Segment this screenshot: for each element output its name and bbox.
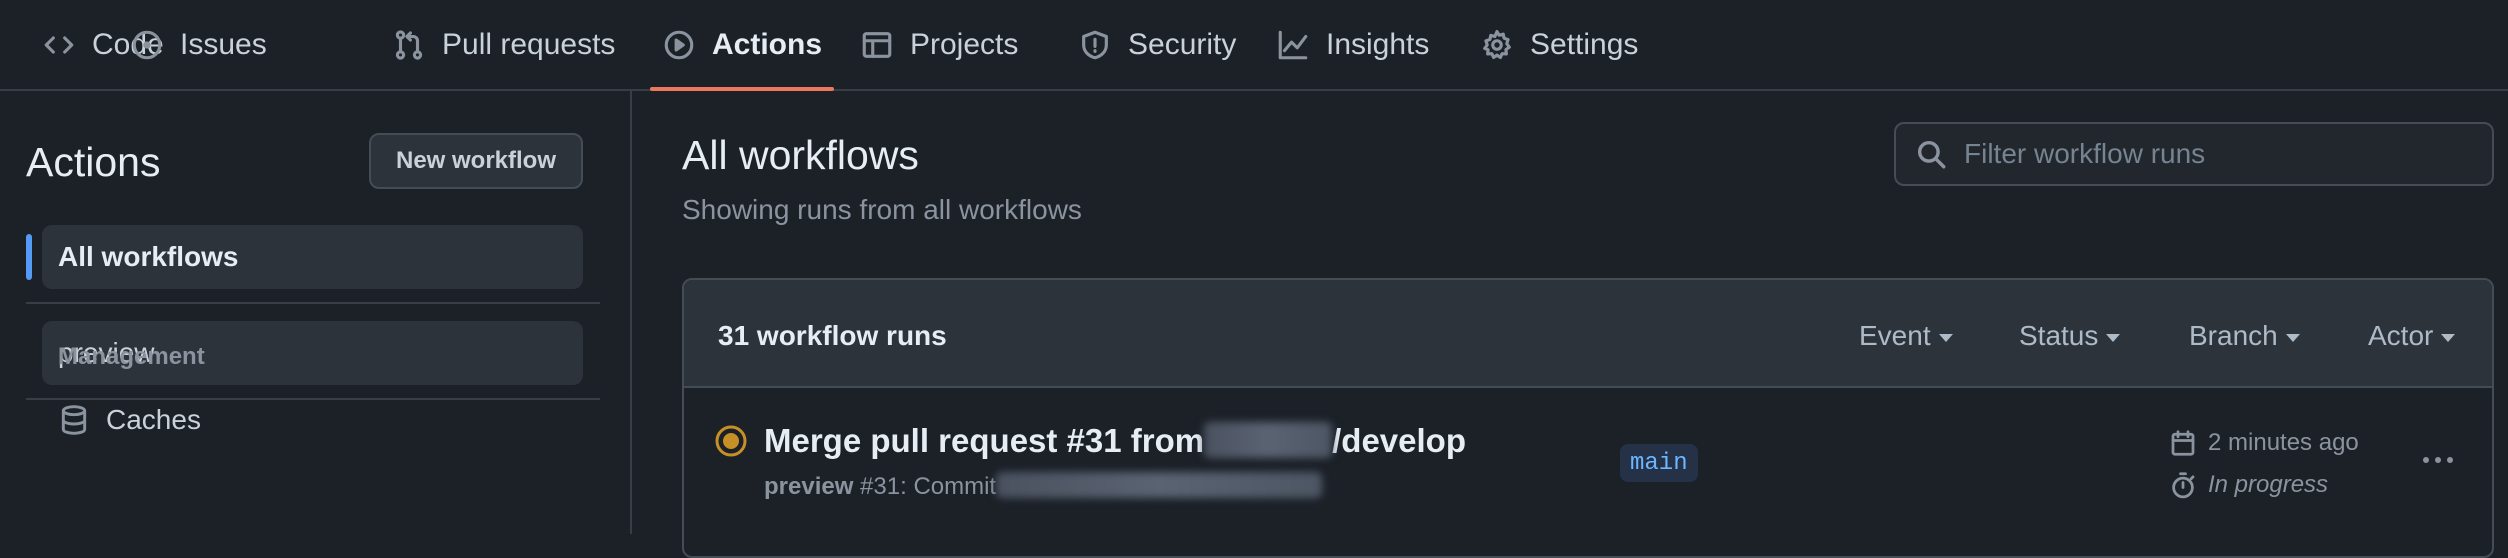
- caches-label: Caches: [106, 404, 201, 435]
- run-title-prefix: Merge pull request #31 from: [764, 422, 1205, 459]
- run-options-kebab[interactable]: [2418, 448, 2458, 472]
- tab-security[interactable]: Security: [1066, 0, 1248, 89]
- branch-badge[interactable]: main: [1620, 444, 1698, 482]
- run-meta: preview #31: Commit: [764, 472, 1323, 501]
- search-icon: [1917, 140, 1946, 169]
- redacted-commit-info: [996, 472, 1323, 498]
- tab-label: Insights: [1326, 27, 1430, 61]
- sidebar-divider: [26, 398, 600, 400]
- filter-label: Event: [1859, 320, 1931, 351]
- sidebar-title: Actions: [26, 139, 161, 185]
- tab-actions[interactable]: Actions: [650, 0, 835, 91]
- calendar-icon: [2171, 430, 2195, 456]
- runs-header: 31 workflow runs Event Status Branch Act…: [684, 280, 2492, 388]
- workflow-runs-list: 31 workflow runs Event Status Branch Act…: [682, 278, 2494, 558]
- run-workflow-name: preview: [764, 473, 854, 500]
- caret-down-icon: [2106, 334, 2121, 342]
- run-meta-text: #31: Commit: [853, 473, 997, 500]
- issue-opened-icon: [130, 28, 164, 62]
- runs-count: 31 workflow runs: [718, 320, 947, 351]
- branch-filter[interactable]: Branch: [2189, 320, 2300, 352]
- git-pull-request-icon: [392, 28, 426, 62]
- tab-label: Pull requests: [442, 27, 616, 61]
- in-progress-status-icon: [715, 425, 747, 457]
- tab-issues[interactable]: Issues: [118, 0, 279, 89]
- selected-indicator: [26, 234, 32, 280]
- run-duration-label: In progress: [2208, 471, 2329, 498]
- gear-icon: [1480, 28, 1514, 62]
- caret-down-icon: [2285, 334, 2300, 342]
- page-subtitle: Showing runs from all workflows: [682, 194, 1082, 225]
- caret-down-icon: [2441, 334, 2456, 342]
- search-input[interactable]: [1962, 137, 2466, 171]
- tab-label: Settings: [1530, 27, 1639, 61]
- run-time: 2 minutes ago: [2168, 428, 2359, 458]
- actions-sidebar: Actions New workflow All workflows previ…: [0, 91, 632, 534]
- event-filter[interactable]: Event: [1859, 320, 1953, 352]
- sidebar-item-all-workflows[interactable]: All workflows: [42, 225, 583, 289]
- management-heading: Management: [58, 343, 205, 370]
- tab-insights[interactable]: Insights: [1264, 0, 1441, 89]
- kebab-dot: [2423, 457, 2429, 463]
- filter-label: Status: [2019, 320, 2099, 351]
- tab-settings[interactable]: Settings: [1468, 0, 1650, 89]
- stopwatch-icon: [2172, 472, 2195, 499]
- tab-label: Issues: [180, 27, 267, 61]
- run-title-link[interactable]: Merge pull request #31 from/develop: [764, 422, 1466, 460]
- filter-label: Actor: [2368, 320, 2434, 351]
- graph-icon: [1276, 28, 1310, 62]
- tab-pull-requests[interactable]: Pull requests: [380, 0, 627, 89]
- tab-projects[interactable]: Projects: [848, 0, 1030, 89]
- table-icon: [860, 28, 894, 62]
- caret-down-icon: [1938, 334, 1953, 342]
- tab-label: Actions: [712, 27, 823, 61]
- page-title: All workflows: [682, 132, 919, 178]
- status-filter[interactable]: Status: [2019, 320, 2121, 352]
- filter-label: Branch: [2189, 320, 2278, 351]
- filter-runs-search[interactable]: [1894, 122, 2494, 186]
- redacted-username: [1204, 422, 1333, 458]
- play-icon: [662, 28, 696, 62]
- code-icon: [42, 28, 76, 62]
- tab-label: Security: [1128, 27, 1237, 61]
- run-duration: In progress: [2168, 470, 2328, 500]
- sidebar-divider: [26, 302, 600, 304]
- kebab-dot: [2447, 457, 2453, 463]
- database-icon: [61, 405, 87, 435]
- run-title-suffix: /develop: [1332, 422, 1466, 459]
- tab-label: Projects: [910, 27, 1019, 61]
- run-time-label: 2 minutes ago: [2208, 429, 2359, 456]
- kebab-dot: [2435, 457, 2441, 463]
- new-workflow-button[interactable]: New workflow: [369, 133, 583, 189]
- sidebar-item-caches[interactable]: Caches: [58, 403, 201, 437]
- repo-nav: Code Issues Pull requests Actions Projec…: [0, 0, 2508, 91]
- shield-icon: [1078, 28, 1112, 62]
- sidebar-item-label: All workflows: [58, 241, 239, 272]
- actor-filter[interactable]: Actor: [2368, 320, 2456, 352]
